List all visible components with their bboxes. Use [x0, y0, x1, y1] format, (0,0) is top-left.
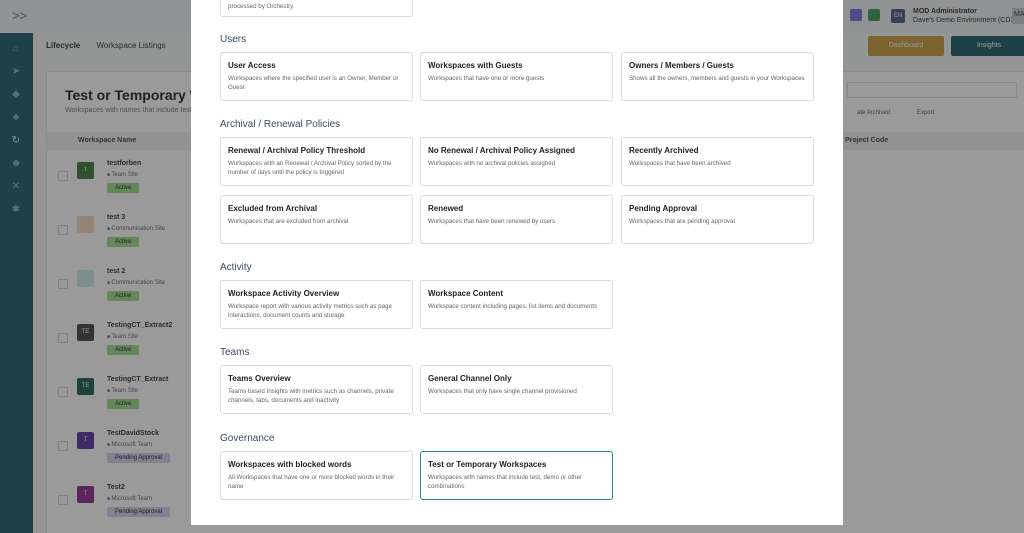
report-tile[interactable]: Workspace Activity Overview Workspace re… [220, 280, 413, 329]
report-tile-title: Pending Approval [629, 204, 698, 213]
report-tile-desc: Workspace report with various activity m… [228, 303, 392, 319]
report-tile[interactable]: Owners / Members / Guests Shows all the … [621, 52, 814, 101]
section-title: Archival / Renewal Policies [220, 119, 341, 130]
report-tile[interactable]: Pending Approval Workspaces that are pen… [621, 195, 814, 244]
report-tile[interactable]: Workspaces with blocked words All Worksp… [220, 451, 413, 500]
report-tile-desc: processed by Orchestry [228, 3, 294, 10]
section-title: Activity [220, 262, 252, 273]
report-tile-desc: Teams based Insights with metrics such a… [228, 388, 394, 404]
section-title: Teams [220, 347, 250, 358]
report-tile-title: Owners / Members / Guests [629, 61, 734, 70]
report-tile[interactable]: Renewal / Archival Policy Threshold Work… [220, 137, 413, 186]
report-tile-title: Test or Temporary Workspaces [428, 460, 547, 469]
report-tile-desc: Workspaces that only have single channel… [428, 388, 577, 395]
report-tile[interactable]: processed by Orchestry [220, 0, 413, 17]
report-tile[interactable]: Workspaces with Guests Workspaces that h… [420, 52, 613, 101]
report-tile-desc: Workspaces that are pending approval [629, 218, 735, 225]
report-tile-desc: Workspaces with an Renewal / Archival Po… [228, 160, 392, 176]
report-tile-title: User Access [228, 61, 276, 70]
report-tile[interactable]: No Renewal / Archival Policy Assigned Wo… [420, 137, 613, 186]
report-tile-title: Workspaces with blocked words [228, 460, 352, 469]
report-tile[interactable]: User Access Workspaces where the specifi… [220, 52, 413, 101]
report-tile[interactable]: Recently Archived Workspaces that have b… [621, 137, 814, 186]
report-tile-title: Workspace Activity Overview [228, 289, 340, 298]
report-tile-desc: Workspaces that have been renewed by use… [428, 218, 556, 225]
insights-modal: processed by Orchestry Users User Access … [191, 0, 843, 525]
report-tile[interactable]: Renewed Workspaces that have been renewe… [420, 195, 613, 244]
report-tile-title: Renewal / Archival Policy Threshold [228, 146, 366, 155]
section-title: Governance [220, 433, 275, 444]
report-tile-title: Teams Overview [228, 374, 291, 383]
report-tile-desc: Workspaces where the specified user is a… [228, 75, 399, 91]
report-tile-desc: All Workspaces that have one or more blo… [228, 474, 395, 490]
report-tile-desc: Shows all the owners, members and guests… [629, 75, 805, 82]
report-tile[interactable]: Test or Temporary Workspaces Workspaces … [420, 451, 613, 500]
report-tile-desc: Workspaces with names that include test,… [428, 474, 582, 490]
report-tile[interactable]: Teams Overview Teams based Insights with… [220, 365, 413, 414]
report-tile[interactable]: General Channel Only Workspaces that onl… [420, 365, 613, 414]
report-tile-title: Renewed [428, 204, 464, 213]
report-tile[interactable]: Excluded from Archival Workspaces that a… [220, 195, 413, 244]
report-tile-title: Recently Archived [629, 146, 699, 155]
report-tile-desc: Workspaces that have been archived [629, 160, 731, 167]
section-title: Users [220, 34, 247, 45]
report-tile-title: Workspaces with Guests [428, 61, 523, 70]
report-tile-desc: Workspaces with no archival policies ass… [428, 160, 556, 167]
report-tile-desc: Workspaces that are excluded from archiv… [228, 218, 349, 225]
report-tile[interactable]: Workspace Content Workspace content incl… [420, 280, 613, 329]
report-tile-desc: Workspaces that have one or more guests [428, 75, 545, 82]
report-tile-desc: Workspace content including pages, list … [428, 303, 598, 310]
app: >> EN MOD Administrator Dave's Demo Envi… [0, 0, 1024, 533]
report-tile-title: Workspace Content [428, 289, 503, 298]
report-tile-title: Excluded from Archival [228, 204, 318, 213]
report-tile-title: General Channel Only [428, 374, 512, 383]
report-tile-title: No Renewal / Archival Policy Assigned [428, 146, 576, 155]
